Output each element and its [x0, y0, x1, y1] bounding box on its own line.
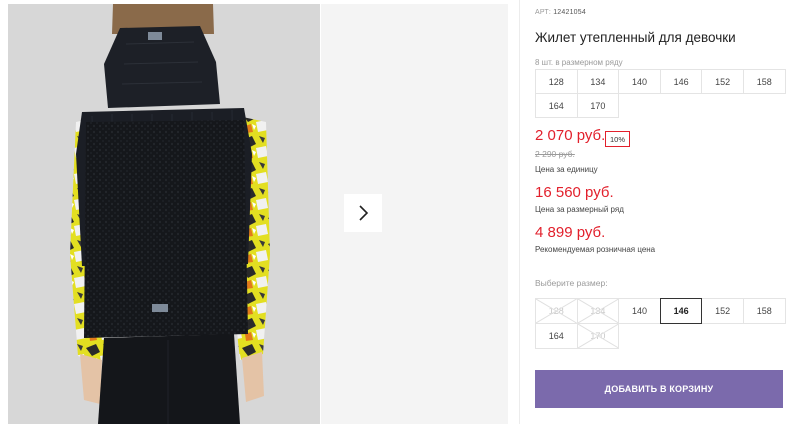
product-photo[interactable] — [8, 4, 320, 424]
pack-size-cell: 134 — [576, 69, 620, 94]
pack-price-caption: Цена за размерный ряд — [535, 205, 624, 214]
size-option-label: 164 — [548, 331, 564, 341]
pack-size-cell: 170 — [576, 93, 620, 118]
size-option-unavailable: 128 — [535, 298, 578, 324]
size-option[interactable]: 152 — [701, 298, 744, 324]
gallery-next-button[interactable] — [344, 194, 382, 232]
pack-size-cell: 128 — [535, 69, 578, 94]
pack-size-cell: 146 — [659, 69, 703, 94]
size-option[interactable]: 158 — [742, 298, 786, 324]
article-line: АРТ: 12421054 — [535, 9, 586, 16]
pack-size-grid: 128 134 140 146 152 158 164 170 — [535, 69, 786, 118]
size-selector-grid: 128134 140 146 152 158 164 170 — [535, 298, 786, 349]
article-number: 12421054 — [553, 9, 586, 16]
crossed-out-icon — [578, 324, 619, 348]
size-option[interactable]: 140 — [618, 298, 661, 324]
size-option-label: 140 — [631, 306, 647, 316]
pack-size-cell: 164 — [535, 93, 578, 118]
size-option-unavailable: 170 — [576, 323, 620, 349]
pack-price: 16 560 руб. — [535, 184, 614, 201]
product-title: Жилет утепленный для девочки — [535, 30, 736, 45]
pack-size-cell: 158 — [742, 69, 786, 94]
crossed-out-icon — [536, 299, 577, 323]
rrp-price: 4 899 руб. — [535, 224, 606, 241]
product-panel: АРТ: 12421054 Жилет утепленный для девоч… — [535, 0, 790, 424]
old-price: 2 290 руб. — [535, 149, 575, 159]
size-option[interactable]: 164 — [535, 323, 578, 349]
pack-size-cell: 140 — [618, 69, 661, 94]
product-gallery — [0, 0, 508, 424]
pack-size-cell: 152 — [701, 69, 744, 94]
crossed-out-icon — [578, 299, 619, 323]
chevron-right-icon — [359, 205, 369, 221]
size-option-label: 158 — [756, 306, 772, 316]
discount-badge: 10% — [605, 131, 631, 147]
unit-price-caption: Цена за единицу — [535, 165, 598, 174]
rrp-price-caption: Рекомендуемая розничная цена — [535, 245, 656, 254]
size-selector-label: Выберите размер: — [535, 278, 608, 288]
add-to-cart-button[interactable]: ДОБАВИТЬ В КОРЗИНУ — [535, 370, 783, 408]
size-option-unavailable: 134 — [576, 298, 620, 324]
size-option-label: 152 — [715, 306, 731, 316]
size-option-label: 146 — [673, 306, 689, 316]
pack-note: 8 шт. в размерном ряду — [535, 58, 623, 67]
size-option-selected[interactable]: 146 — [659, 298, 703, 324]
product-photo-illustration — [8, 4, 320, 424]
panel-divider — [519, 0, 520, 424]
unit-price: 2 070 руб. — [535, 127, 606, 144]
article-label: АРТ: — [535, 9, 552, 16]
